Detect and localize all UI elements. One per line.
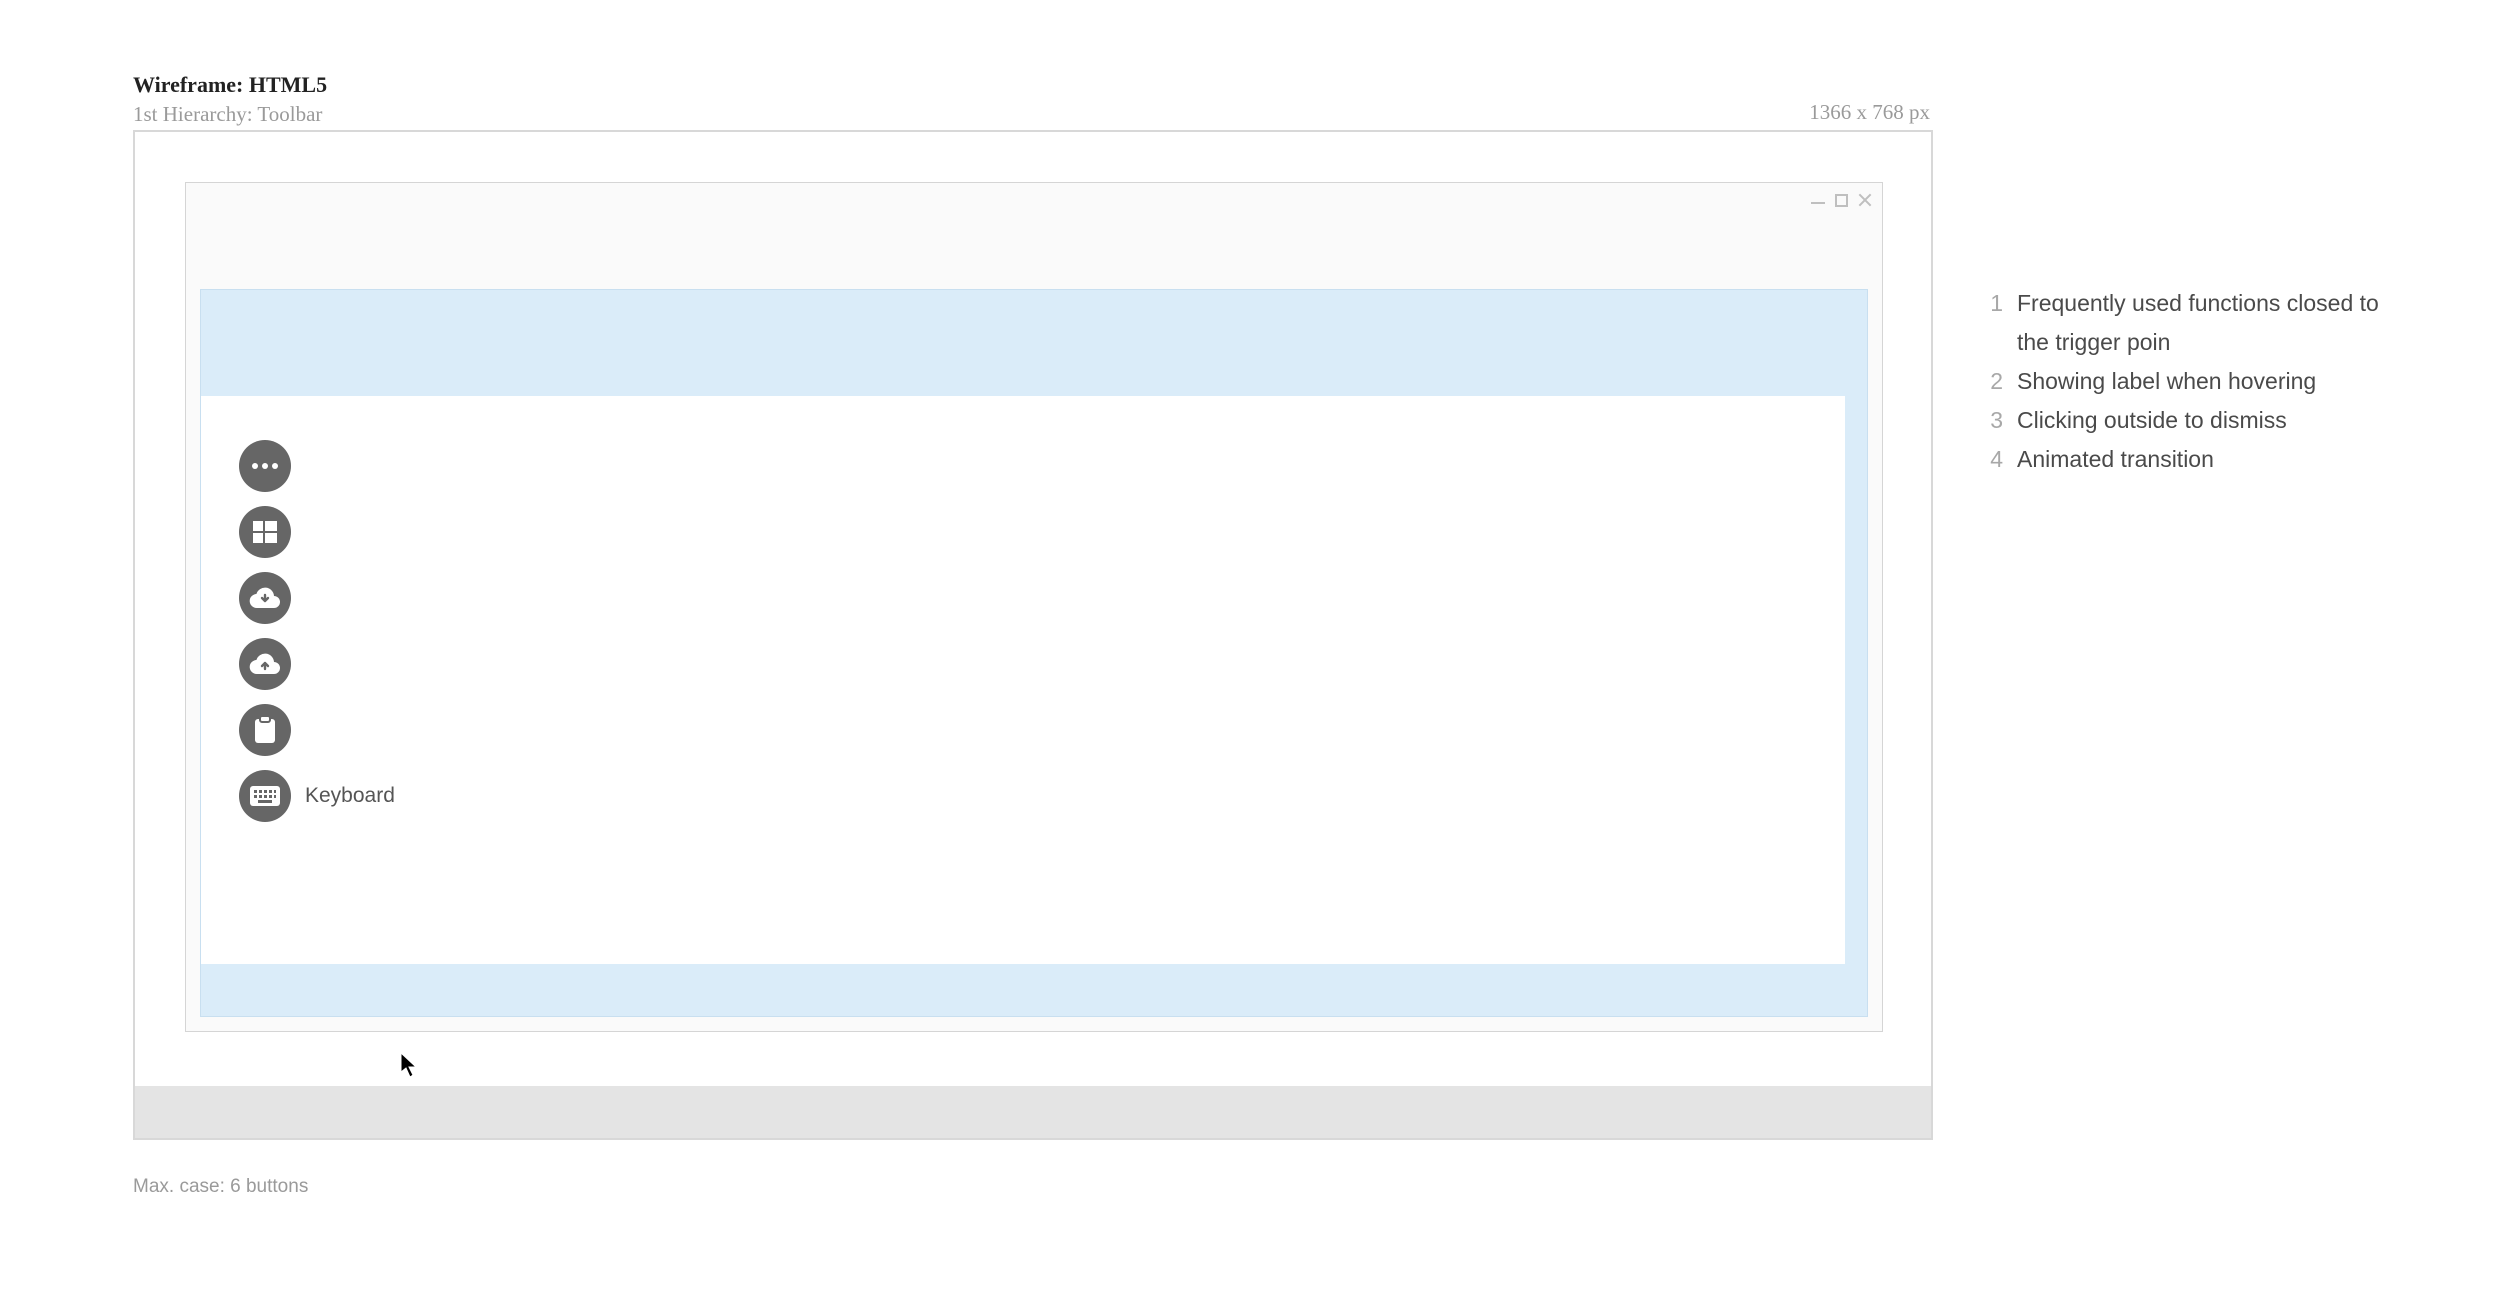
clipboard-icon bbox=[254, 716, 276, 744]
annotation-text: Showing label when hovering bbox=[2017, 362, 2385, 401]
viewport-dimensions-label: 1366 x 768 px bbox=[1809, 100, 1930, 125]
cursor-icon bbox=[400, 1052, 418, 1078]
cloud-upload-icon bbox=[249, 652, 281, 676]
annotation-text: Frequently used functions closed to the … bbox=[2017, 284, 2385, 362]
annotation-item: 4 Animated transition bbox=[1985, 440, 2385, 479]
window-close-icon[interactable] bbox=[1858, 193, 1872, 207]
wireframe-subtitle: 1st Hierarchy: Toolbar bbox=[133, 102, 327, 127]
upload-button[interactable] bbox=[239, 638, 291, 690]
cloud-download-icon bbox=[249, 586, 281, 610]
annotation-item: 1 Frequently used functions closed to th… bbox=[1985, 284, 2385, 362]
content-area bbox=[201, 396, 1845, 964]
wireframe-frame-footer bbox=[135, 1086, 1931, 1138]
annotation-number: 1 bbox=[1985, 284, 2003, 362]
clipboard-button[interactable] bbox=[239, 704, 291, 756]
more-icon bbox=[251, 462, 279, 470]
window-minimize-icon[interactable] bbox=[1811, 202, 1825, 204]
annotation-number: 3 bbox=[1985, 401, 2003, 440]
toolbar-tooltip: Keyboard bbox=[305, 784, 395, 808]
wireframe-title: Wireframe: HTML5 bbox=[133, 72, 327, 98]
windows-button[interactable] bbox=[239, 506, 291, 558]
window-maximize-icon[interactable] bbox=[1835, 194, 1848, 207]
wireframe-frame: Keyboard bbox=[133, 130, 1933, 1140]
client-area[interactable]: Keyboard bbox=[200, 289, 1868, 1017]
wireframe-title-suffix: HTML5 bbox=[249, 72, 327, 97]
keyboard-button[interactable]: Keyboard bbox=[239, 770, 291, 822]
windows-icon bbox=[252, 519, 278, 545]
annotation-item: 2 Showing label when hovering bbox=[1985, 362, 2385, 401]
floating-toolbar: Keyboard bbox=[239, 440, 291, 822]
annotation-number: 4 bbox=[1985, 440, 2003, 479]
wireframe-title-prefix: Wireframe: bbox=[133, 72, 249, 97]
keyboard-icon bbox=[250, 786, 280, 806]
annotation-text: Animated transition bbox=[2017, 440, 2385, 479]
app-window: Keyboard bbox=[185, 182, 1883, 1032]
more-button[interactable] bbox=[239, 440, 291, 492]
annotation-text: Clicking outside to dismiss bbox=[2017, 401, 2385, 440]
wireframe-header: Wireframe: HTML5 1st Hierarchy: Toolbar bbox=[133, 72, 327, 127]
window-controls bbox=[1811, 193, 1872, 207]
download-button[interactable] bbox=[239, 572, 291, 624]
footer-note: Max. case: 6 buttons bbox=[133, 1176, 308, 1198]
annotations-list: 1 Frequently used functions closed to th… bbox=[1985, 284, 2385, 479]
annotation-item: 3 Clicking outside to dismiss bbox=[1985, 401, 2385, 440]
annotation-number: 2 bbox=[1985, 362, 2003, 401]
